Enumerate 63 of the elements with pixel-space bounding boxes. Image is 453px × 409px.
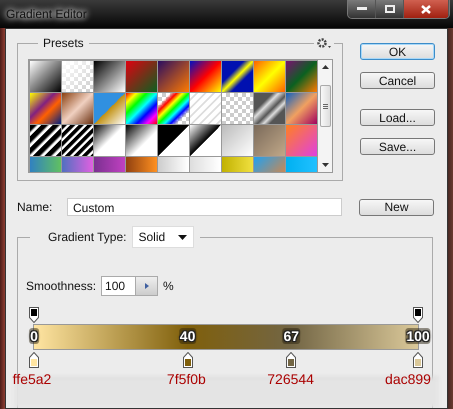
gradient-swatch[interactable] [190,125,221,156]
minimize-icon [356,7,366,11]
minimize-button[interactable] [348,0,376,18]
gradient-swatch[interactable] [254,61,285,92]
scroll-down-icon[interactable] [322,163,328,167]
gradient-swatch[interactable] [286,61,317,92]
color-hex-label: ffe5a2 [12,371,52,387]
gradient-swatch[interactable] [62,93,93,124]
name-field[interactable]: Custom [67,198,342,216]
gradient-swatch[interactable] [94,125,125,156]
scrollbar[interactable] [318,60,332,172]
gradient-swatch[interactable] [286,93,317,124]
gradient-swatch[interactable] [222,93,253,124]
gradient-swatch[interactable] [222,125,253,156]
gradient-swatch[interactable] [126,125,157,156]
name-label: Name: [17,200,54,214]
dialog-button[interactable]: Save... [360,138,435,155]
gradient-swatch[interactable] [158,125,189,156]
color-stop[interactable] [286,352,296,368]
gradient-swatch[interactable] [94,61,125,92]
gradient-swatch[interactable] [30,125,61,156]
gradient-swatch[interactable] [254,125,285,156]
gradient-swatch[interactable] [222,61,253,92]
gradient-swatch[interactable] [158,61,189,92]
gradient-type-label: Gradient Type: [48,230,126,244]
color-hex-label: 7f5f0b [166,371,206,387]
smoothness-label: Smoothness: [26,279,96,293]
dialog-button[interactable]: Load... [360,109,435,126]
color-stop[interactable] [413,352,423,368]
color-hex-label: dac899 [385,371,431,387]
gradient-swatch[interactable] [254,93,285,124]
gradient-type-dropdown[interactable]: Solid [132,226,194,248]
color-stop[interactable] [182,352,193,368]
gradient-swatch[interactable] [94,93,125,124]
close-icon [421,4,431,14]
gradient-swatch[interactable] [30,93,61,124]
gradient-swatch[interactable] [286,125,317,156]
opacity-stop[interactable] [413,307,423,323]
gradient-swatch[interactable] [190,93,221,124]
color-hex-label: 726544 [267,371,314,387]
gradient-swatch[interactable] [62,125,93,156]
gradient-swatch[interactable] [190,61,221,92]
gradient-swatch[interactable] [62,61,93,92]
gradient-swatch[interactable] [126,61,157,92]
arrow-icon [144,283,149,289]
window-title: Gradient Editor [4,6,87,21]
scroll-up-icon[interactable] [322,65,328,69]
presets-title: Presets [38,36,89,50]
smoothness-field[interactable]: 100 [101,276,158,296]
gradient-swatch[interactable] [158,93,189,124]
maximize-icon [384,5,394,13]
close-button[interactable] [404,0,449,18]
percent-unit: % [163,279,174,293]
gradient-swatch[interactable] [126,93,157,124]
grip-icon [322,104,328,108]
gradient-swatch[interactable] [30,61,61,92]
maximize-button[interactable] [376,0,404,18]
color-stop[interactable] [29,352,39,368]
opacity-stop[interactable] [29,307,39,323]
new-button[interactable]: New [359,198,434,216]
dialog-button[interactable]: Cancel [360,72,435,89]
dialog-button[interactable]: OK [360,43,435,60]
caret-icon [178,234,186,240]
